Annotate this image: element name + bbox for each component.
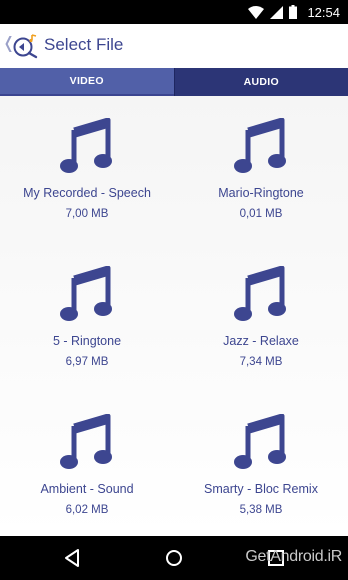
status-time: 12:54 [307,4,340,20]
file-tile[interactable]: Smarty - Bloc Remix 5,38 MB [174,392,348,540]
file-name: Jazz - Relaxe [223,334,299,348]
status-bar: 12:54 [0,0,348,24]
signal-icon [270,5,284,19]
app-logo-icon [13,34,38,59]
music-note-icon [234,266,286,321]
battery-icon [289,5,298,19]
file-size: 7,00 MB [65,208,109,220]
tab-audio-label: AUDIO [243,76,279,88]
tab-bar: VIDEO AUDIO [0,68,348,96]
file-name: 5 - Ringtone [52,334,122,348]
music-note-icon [60,266,112,321]
file-tile[interactable]: Jazz - Relaxe 7,34 MB [174,244,348,392]
file-grid: My Recorded - Speech 7,00 MB Mario-Ringt… [0,96,348,536]
file-tile[interactable]: Mario-Ringtone 0,01 MB [174,96,348,244]
file-tile[interactable]: My Recorded - Speech 7,00 MB [0,96,174,244]
music-note-icon [234,414,286,469]
file-tile[interactable]: Ambient - Sound 6,02 MB [0,392,174,540]
file-name: Smarty - Bloc Remix [204,482,318,496]
file-size: 7,34 MB [239,356,283,368]
file-size: 5,38 MB [239,504,283,516]
nav-bar: GetAndroid.iR [0,536,348,580]
file-size: 6,02 MB [65,504,109,516]
app-bar: ❬ Select File [0,24,348,68]
screen: 12:54 ❬ Select File VIDEO AUDIO My Recor… [0,0,348,580]
file-name: Ambient - Sound [40,482,134,496]
music-note-icon [234,118,286,173]
home-circle-icon[interactable] [162,546,186,570]
tab-video[interactable]: VIDEO [0,68,174,96]
file-name: My Recorded - Speech [23,186,151,200]
page-title: Select File [44,35,124,54]
wifi-icon [248,5,265,19]
file-tile[interactable]: 5 - Ringtone 6,97 MB [0,244,174,392]
file-name: Mario-Ringtone [218,186,304,200]
back-triangle-icon[interactable] [60,546,84,570]
watermark: GetAndroid.iR [245,548,342,565]
music-note-icon [60,118,112,173]
file-size: 0,01 MB [239,208,283,220]
tab-audio[interactable]: AUDIO [173,68,348,96]
music-note-icon [60,414,112,469]
file-size: 6,97 MB [65,356,109,368]
tab-video-label: VIDEO [69,75,104,87]
status-icons: 12:54 [248,0,340,24]
